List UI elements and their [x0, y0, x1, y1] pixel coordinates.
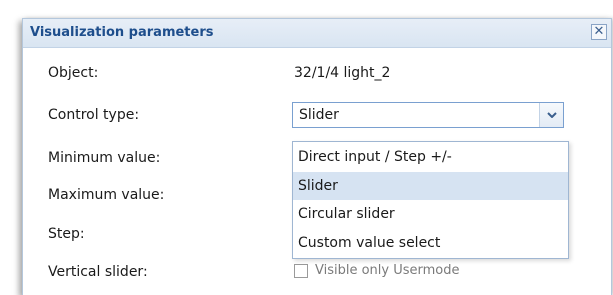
control-type-select[interactable]: Slider — [292, 102, 564, 128]
chevron-down-icon — [547, 112, 557, 118]
option-custom-value-select[interactable]: Custom value select — [293, 229, 568, 257]
maximum-value-label: Maximum value: — [48, 187, 165, 203]
step-label: Step: — [48, 226, 85, 242]
visualization-parameters-dialog: Visualization parameters ✕ Object: 32/1/… — [22, 18, 612, 295]
option-direct-input[interactable]: Direct input / Step +/- — [293, 143, 568, 171]
control-type-value: Slider — [299, 107, 339, 123]
option-slider[interactable]: Slider — [293, 172, 568, 200]
minimum-value-label: Minimum value: — [48, 150, 161, 166]
object-value: 32/1/4 light_2 — [294, 65, 391, 81]
close-icon: ✕ — [593, 24, 605, 39]
vertical-slider-label: Vertical slider: — [48, 264, 148, 280]
object-label: Object: — [48, 65, 99, 81]
option-circular-slider[interactable]: Circular slider — [293, 200, 568, 228]
visible-only-usermode-checkbox[interactable] — [294, 264, 308, 278]
close-button[interactable]: ✕ — [591, 24, 607, 40]
control-type-label: Control type: — [48, 107, 140, 123]
visible-only-usermode-label: Visible only Usermode — [315, 263, 460, 278]
control-type-dropdown-list: Direct input / Step +/- Slider Circular … — [292, 141, 569, 259]
dropdown-trigger[interactable] — [539, 103, 563, 127]
dialog-titlebar: Visualization parameters ✕ — [23, 19, 611, 48]
dialog-title: Visualization parameters — [30, 25, 214, 40]
